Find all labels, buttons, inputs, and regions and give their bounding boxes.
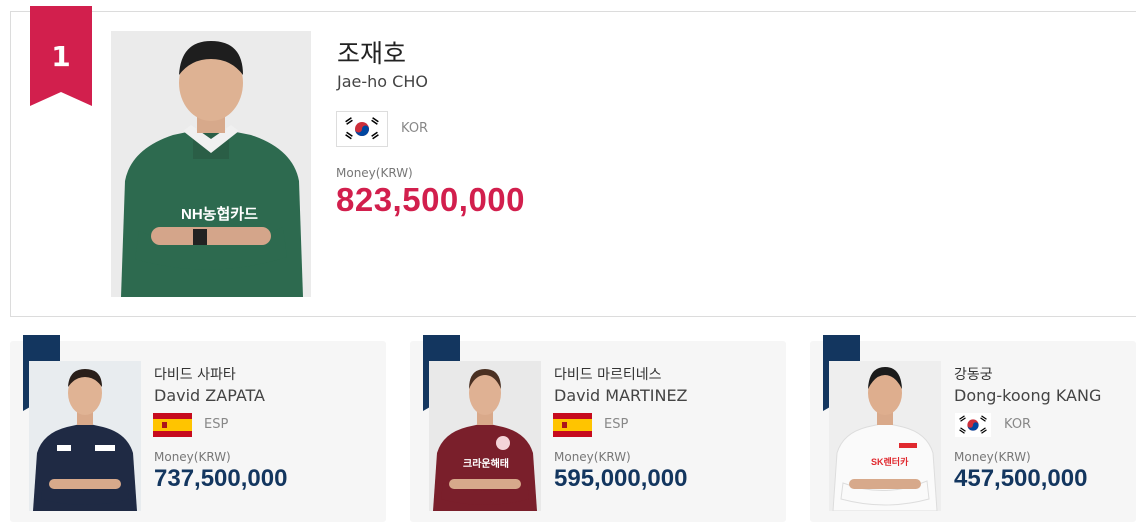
country-code: ESP: [604, 417, 629, 432]
spain-flag-icon: [153, 413, 192, 437]
rank-1-ribbon: 1: [30, 6, 92, 106]
money-label: Money(KRW): [336, 166, 413, 180]
player-name-korean: 강동궁: [954, 367, 993, 383]
korea-flag-icon: [336, 111, 388, 147]
player-photo[interactable]: SK렌터카: [829, 361, 941, 511]
svg-text:NH농협카드: NH농협카드: [181, 205, 258, 223]
player-name-english: Dong-koong KANG: [954, 386, 1102, 405]
player-name-korean: 다비드 마르티네스: [554, 367, 662, 383]
player-photo[interactable]: 크라운해태: [429, 361, 541, 511]
player-name-korean: 조재호: [337, 39, 407, 68]
rank-number: 1: [51, 40, 71, 73]
prize-money: 823,500,000: [336, 181, 526, 218]
player-name-korean: 다비드 사파타: [154, 367, 236, 383]
player-name-english: David MARTINEZ: [554, 386, 688, 405]
country-code: KOR: [1004, 417, 1032, 432]
rank-2-card[interactable]: 2 다비드 사파타 David ZAPATA ESP Money(KRW) 73…: [10, 335, 386, 522]
spain-flag-icon: [553, 413, 592, 437]
money-label: Money(KRW): [154, 450, 231, 464]
korea-flag-icon: [953, 413, 992, 437]
player-name-english: David ZAPATA: [154, 386, 265, 405]
prize-money: 595,000,000: [554, 465, 688, 492]
money-label: Money(KRW): [554, 450, 631, 464]
rank-4-card[interactable]: 4 SK렌터카 강동궁 Dong-koong KANG: [810, 335, 1136, 522]
svg-text:SK렌터카: SK렌터카: [871, 456, 909, 467]
svg-text:크라운해태: 크라운해태: [463, 457, 509, 470]
player-name-english: Jae-ho CHO: [337, 72, 428, 91]
country-code: KOR: [401, 121, 429, 136]
player-photo[interactable]: [29, 361, 141, 511]
prize-money: 737,500,000: [154, 465, 288, 492]
rank-3-card[interactable]: 3 크라운해태 다비드 마르티네스 David MARTINEZ ESP Mon…: [410, 335, 786, 522]
money-label: Money(KRW): [954, 450, 1031, 464]
player-photo[interactable]: NH농협카드: [111, 31, 311, 297]
country-code: ESP: [204, 417, 229, 432]
prize-money: 457,500,000: [954, 465, 1088, 492]
